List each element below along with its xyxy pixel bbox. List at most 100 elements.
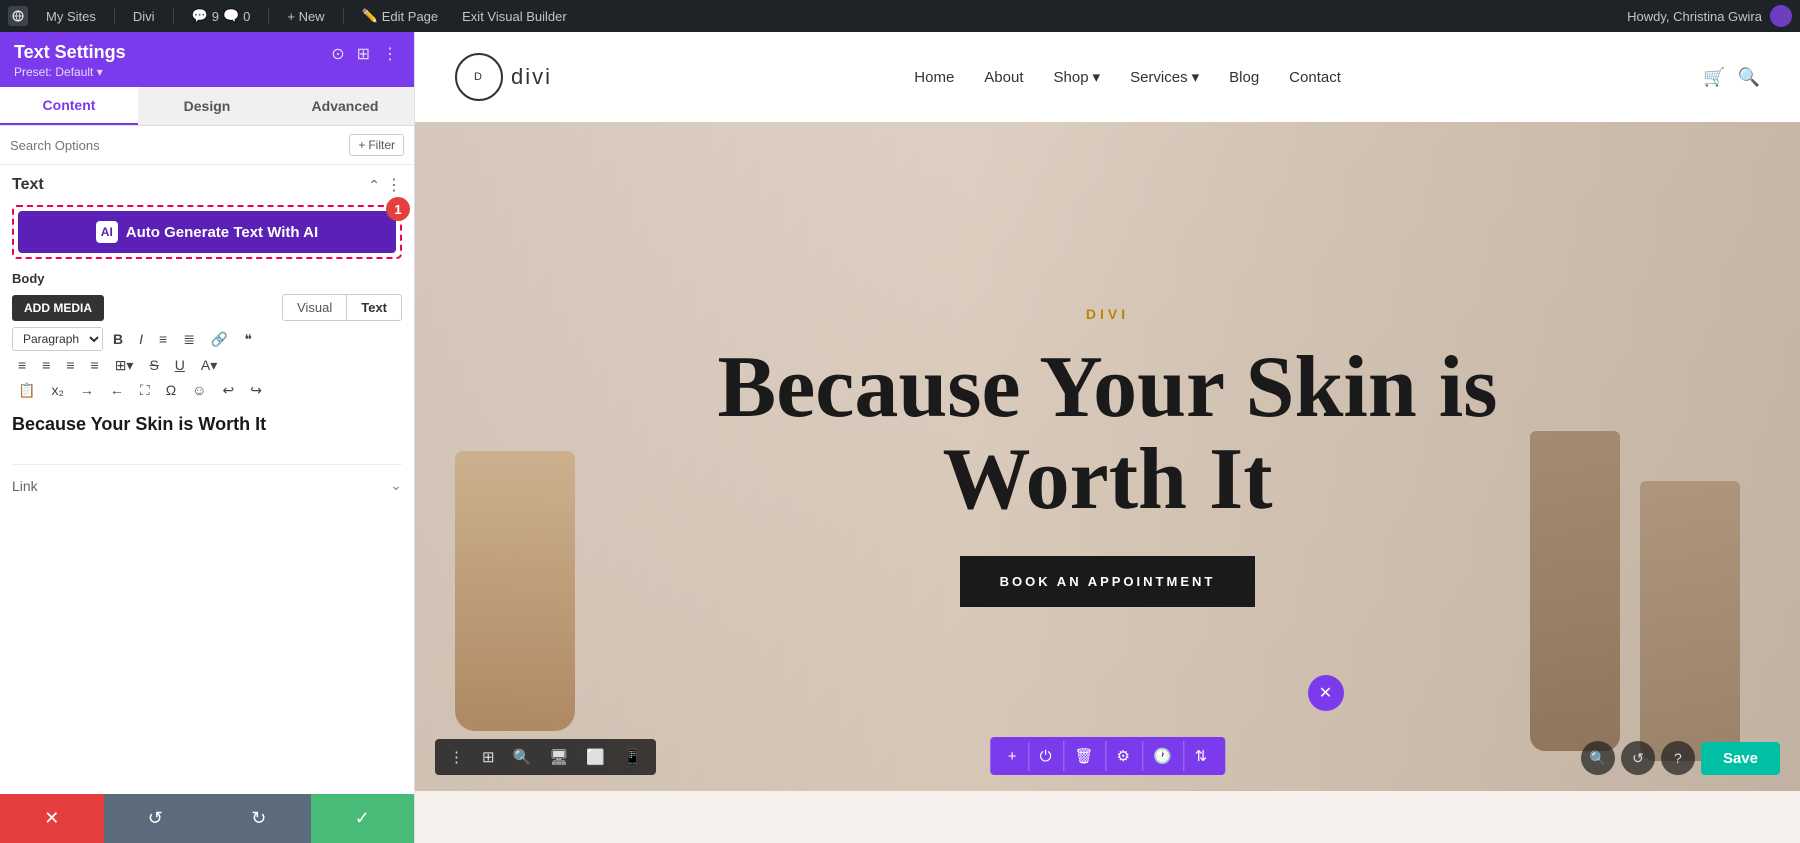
section-menu-icon[interactable]: ⋮	[386, 175, 402, 195]
filter-btn[interactable]: + Filter	[349, 134, 404, 156]
redo-editor-btn[interactable]: ↪	[244, 379, 268, 401]
module-add-btn[interactable]: +	[998, 742, 1027, 771]
subscript-btn[interactable]: x₂	[45, 379, 69, 401]
ai-button-wrapper: AI Auto Generate Text With AI 1	[12, 205, 402, 259]
wordpress-icon[interactable]	[8, 6, 28, 26]
add-media-btn[interactable]: ADD MEDIA	[12, 295, 104, 321]
sidebar-search-area: + Filter	[0, 126, 414, 165]
module-close-btn[interactable]: ✕	[1308, 675, 1344, 711]
save-btn[interactable]: Save	[1701, 742, 1780, 775]
sidebar-bottom: ✕ ↺ ↻ ✓	[0, 794, 414, 843]
my-sites-menu[interactable]: My Sites	[40, 0, 102, 32]
redo-btn[interactable]: ↻	[207, 794, 311, 843]
logo-circle: D	[455, 53, 503, 101]
align-center-btn[interactable]: ≡	[36, 354, 56, 376]
cart-icon[interactable]: 🛒	[1703, 67, 1725, 88]
section-add-row-btn[interactable]: ⊞	[474, 743, 503, 771]
bottle-right2	[1640, 481, 1740, 761]
editor-content[interactable]: Because Your Skin is Worth It	[12, 404, 402, 464]
reply-count: 0	[243, 9, 250, 24]
focus-mode-btn[interactable]: ⊙	[329, 42, 346, 66]
outdent-btn[interactable]: ←	[104, 379, 130, 401]
paste-btn[interactable]: 📋	[12, 379, 41, 401]
align-right-btn[interactable]: ≡	[60, 354, 80, 376]
shop-chevron-icon: ▾	[1093, 68, 1101, 86]
bold-btn[interactable]: B	[107, 328, 129, 350]
collapse-icon[interactable]: ⌃	[368, 177, 380, 194]
divi-menu[interactable]: Divi	[127, 0, 161, 32]
user-avatar[interactable]	[1770, 5, 1792, 27]
logo-text: divi	[511, 64, 552, 90]
more-btn[interactable]: ⋮	[380, 42, 400, 66]
emoji-btn[interactable]: ☺	[186, 379, 212, 401]
align-justify-btn[interactable]: ≡	[85, 354, 105, 376]
module-layout-btn[interactable]: ⇅	[1184, 741, 1218, 771]
editor-toolbar-row1: Paragraph B I ≡ ≣ 🔗 ❝	[12, 327, 402, 351]
section-mobile-btn[interactable]: 📱	[615, 743, 650, 771]
nav-shop[interactable]: Shop ▾	[1054, 68, 1101, 86]
new-label: + New	[287, 9, 324, 24]
comment-count: 9	[212, 9, 219, 24]
section-settings-btn[interactable]: ⋮	[441, 743, 472, 771]
link-btn[interactable]: 🔗	[205, 328, 234, 350]
indent-btn[interactable]: →	[74, 379, 100, 401]
module-clock-btn[interactable]: 🕐	[1142, 741, 1182, 771]
align-left-btn[interactable]: ≡	[12, 354, 32, 376]
section-search-btn[interactable]: 🔍	[505, 743, 540, 771]
exit-visual-builder-btn[interactable]: Exit Visual Builder	[456, 0, 573, 32]
search-input[interactable]	[10, 138, 349, 153]
sidebar-tabs: Content Design Advanced	[0, 87, 414, 126]
history-btn[interactable]: ↺	[1621, 741, 1655, 775]
columns-btn[interactable]: ⊞	[355, 42, 372, 66]
underline-btn[interactable]: U	[169, 354, 191, 376]
ul-btn[interactable]: ≡	[153, 328, 173, 350]
plus-icon: +	[358, 138, 365, 152]
italic-btn[interactable]: I	[133, 328, 149, 350]
edit-page-label: Edit Page	[382, 9, 438, 24]
separator3	[268, 8, 269, 24]
ol-btn[interactable]: ≣	[177, 328, 201, 350]
tab-design[interactable]: Design	[138, 87, 276, 125]
undo-btn[interactable]: ↺	[104, 794, 208, 843]
nav-home[interactable]: Home	[914, 69, 954, 86]
paragraph-select[interactable]: Paragraph	[12, 327, 103, 351]
special-char-btn[interactable]: Ω	[160, 379, 182, 401]
module-power-btn[interactable]: ⏻	[1029, 742, 1062, 771]
editor-text: Because Your Skin is Worth It	[12, 414, 266, 434]
help-btn[interactable]: ?	[1661, 741, 1695, 775]
tab-text-btn[interactable]: Text	[347, 294, 402, 321]
hero-cta-btn[interactable]: BOOK AN APPOINTMENT	[960, 556, 1256, 607]
separator2	[173, 8, 174, 24]
link-section[interactable]: Link ⌄	[12, 464, 402, 506]
undo-editor-btn[interactable]: ↩	[216, 379, 240, 401]
nav-services[interactable]: Services ▾	[1130, 68, 1199, 86]
edit-page-btn[interactable]: ✏️ Edit Page	[356, 0, 445, 32]
new-menu[interactable]: + New	[281, 0, 330, 32]
confirm-btn[interactable]: ✓	[311, 794, 415, 843]
tab-advanced[interactable]: Advanced	[276, 87, 414, 125]
strikethrough-btn[interactable]: S	[143, 354, 164, 376]
admin-bar-right: Howdy, Christina Gwira	[1627, 5, 1792, 27]
blockquote-btn[interactable]: ❝	[238, 328, 258, 350]
site-logo: D divi	[455, 53, 552, 101]
tab-visual-btn[interactable]: Visual	[282, 294, 347, 321]
module-delete-btn[interactable]: 🗑	[1063, 741, 1103, 771]
content-area: D divi Home About Shop ▾ Services ▾ Blog…	[415, 32, 1800, 843]
search-icon[interactable]: 🔍	[1738, 67, 1760, 88]
nav-about[interactable]: About	[984, 69, 1023, 86]
section-desktop-btn[interactable]: 🖥	[541, 743, 576, 771]
ai-generate-btn[interactable]: AI Auto Generate Text With AI	[18, 211, 396, 253]
comments-menu[interactable]: 💬 9 🗨️ 0	[186, 0, 257, 32]
table-btn[interactable]: ⊞▾	[109, 354, 140, 376]
module-gear-btn[interactable]: ⚙	[1105, 741, 1139, 771]
bottom-toolbar-left: ⋮ ⊞ 🔍 🖥 ⬜ 📱	[435, 739, 656, 775]
close-btn[interactable]: ✕	[0, 794, 104, 843]
search-btn[interactable]: 🔍	[1581, 741, 1615, 775]
nav-contact[interactable]: Contact	[1289, 69, 1341, 86]
fullscreen-btn[interactable]: ⛶	[134, 379, 156, 401]
tab-content[interactable]: Content	[0, 87, 138, 125]
nav-blog[interactable]: Blog	[1229, 69, 1259, 86]
color-btn[interactable]: A▾	[195, 354, 223, 376]
section-tablet-btn[interactable]: ⬜	[578, 743, 613, 771]
link-chevron-icon: ⌄	[390, 477, 402, 494]
